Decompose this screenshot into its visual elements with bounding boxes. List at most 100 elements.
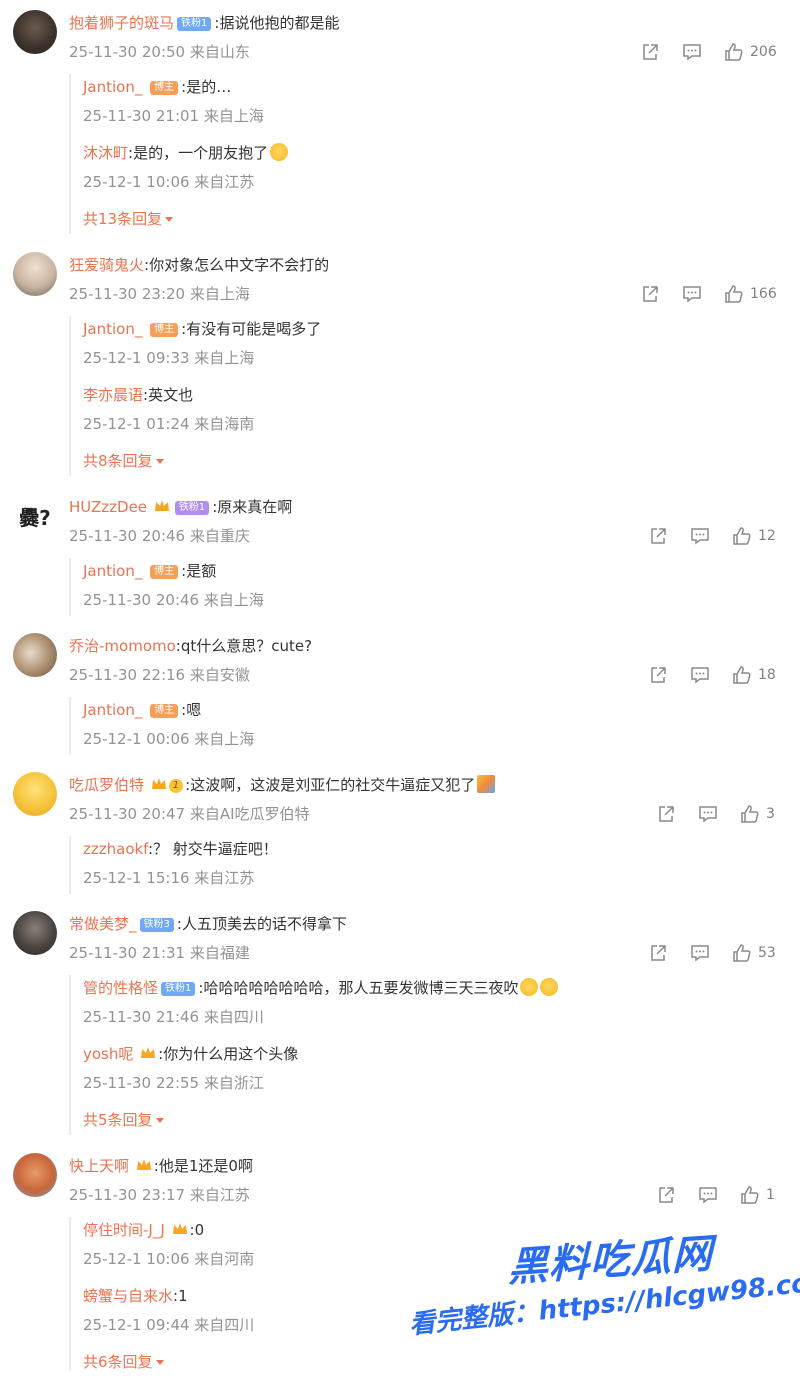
username[interactable]: 狂爱骑鬼火 [69,256,144,274]
avatar[interactable] [13,772,57,816]
reply-item: 沐沐町:是的，一个朋友抱了 25-12-1 10:06 来自江苏 [83,142,289,193]
username[interactable]: 乔治-momomo [69,637,176,655]
username[interactable]: 吃瓜罗伯特 [69,776,144,794]
comment-item: 狂爱骑鬼火:你对象怎么中文字不会打的 25-11-30 23:20 来自上海 1… [0,242,800,482]
like-button[interactable]: 1 [740,1185,775,1205]
reply-item: yosh呢 :你为什么用这个头像 25-11-30 22:55 来自浙江 [83,1043,298,1094]
more-replies-link[interactable]: 共8条回复 [83,450,164,472]
reply-text: :0 [189,1221,205,1239]
more-replies-link[interactable]: 共13条回复 [83,208,174,230]
like-button[interactable]: 3 [740,804,775,824]
username[interactable]: 抱着狮子的斑马 [69,14,174,32]
comment-icon[interactable] [690,943,710,963]
comment-icon[interactable] [690,665,710,685]
reply-meta: 25-12-1 10:06 来自河南 [83,1250,255,1268]
comment-item: 吃瓜罗伯特 1:这波啊，这波是刘亚仁的社交牛逼症又犯了 25-11-30 20:… [0,762,800,902]
comment-icon[interactable] [698,1185,718,1205]
like-count: 166 [750,286,777,302]
reply-username[interactable]: 停住时间-J_J [83,1221,165,1239]
comment-icon[interactable] [698,804,718,824]
comment-text: :这波啊，这波是刘亚仁的社交牛逼症又犯了 [185,776,476,794]
like-button[interactable]: 12 [732,526,776,546]
reply-username[interactable]: Jantion_ [83,562,142,580]
share-icon[interactable] [648,526,668,546]
like-button[interactable]: 166 [724,284,777,304]
caret-down-icon [155,459,164,464]
share-icon[interactable] [640,42,660,62]
reply-item: Jantion_ 博主:是额 25-11-30 20:46 来自上海 [83,560,264,611]
reply-meta: 25-12-1 10:06 来自江苏 [83,173,255,191]
share-icon[interactable] [648,943,668,963]
reply-username[interactable]: zzzhaokf [83,840,148,858]
like-button[interactable]: 18 [732,665,776,685]
fan-badge: 铁粉1 [174,501,210,515]
reply-username[interactable]: Jantion_ [83,78,142,96]
caret-down-icon [155,1360,164,1365]
reply-username[interactable]: 螃蟹与自来水 [83,1287,173,1305]
comment-meta: 25-11-30 20:46 来自重庆 [69,527,250,545]
comment-meta: 25-11-30 20:50 来自山东 [69,43,250,61]
share-icon[interactable] [640,284,660,304]
comment-actions: 1 [656,1184,775,1206]
comment-text: :人五顶美去的话不得拿下 [176,915,347,933]
comment-icon[interactable] [682,284,702,304]
like-count: 206 [750,44,777,60]
crown-icon [154,499,170,513]
avatar[interactable] [13,633,57,677]
host-badge: 博主 [150,704,179,718]
username[interactable]: 快上天啊 [69,1157,129,1175]
reply-text: :英文也 [143,386,194,404]
thumbs-up-icon [725,285,743,303]
reply-meta: 25-12-1 09:44 来自四川 [83,1316,255,1334]
more-replies-link[interactable]: 共5条回复 [83,1109,164,1131]
host-badge: 博主 [150,565,179,579]
reply-item: 螃蟹与自来水:1 25-12-1 09:44 来自四川 [83,1285,254,1336]
like-button[interactable]: 206 [724,42,777,62]
avatar[interactable] [13,252,57,296]
thumbs-up-icon [733,944,751,962]
thumbs-up-icon [733,527,751,545]
reply-meta: 25-11-30 22:55 来自浙江 [83,1074,264,1092]
reply-item: Jantion_ 博主:有没有可能是喝多了 25-12-1 09:33 来自上海 [83,318,321,369]
comment-meta: 25-11-30 21:31 来自福建 [69,944,250,962]
laugh-cry-emoji-icon [520,978,539,996]
reply-username[interactable]: Jantion_ [83,701,142,719]
crown-icon [140,1046,156,1060]
reply-text: :哈哈哈哈哈哈哈哈，那人五要发微博三天三夜吹 [198,979,519,997]
comment-actions: 12 [648,525,776,547]
reply-username[interactable]: yosh呢 [83,1045,133,1063]
like-button[interactable]: 53 [732,943,776,963]
reply-username[interactable]: 沐沐町 [83,144,128,162]
reply-meta: 25-12-1 09:33 来自上海 [83,349,255,367]
comment-meta: 25-11-30 23:20 来自上海 [69,285,250,303]
comment-item: 常做美梦_ 铁粉3:人五顶美去的话不得拿下 25-11-30 21:31 来自福建… [0,901,800,1141]
thumbs-up-icon [725,43,743,61]
reply-username[interactable]: 李亦晨语 [83,386,143,404]
comment-meta: 25-11-30 20:47 来自AI吃瓜罗伯特 [69,805,310,823]
caret-down-icon [155,1118,164,1123]
reply-thread: Jantion_ 博主:嗯 25-12-1 00:06 来自上海 [69,697,709,755]
reply-username[interactable]: Jantion_ [83,320,142,338]
comment-icon[interactable] [690,526,710,546]
reply-username[interactable]: 管的性格怪 [83,979,158,997]
share-icon[interactable] [656,804,676,824]
username[interactable]: HUZzzDee [69,498,147,516]
more-replies-link[interactable]: 共6条回复 [83,1351,164,1373]
reply-meta: 25-11-30 20:46 来自上海 [83,591,264,609]
crown-icon [172,1222,188,1236]
username[interactable]: 常做美梦_ [69,915,137,933]
avatar[interactable] [13,911,57,955]
avatar[interactable] [13,1153,57,1197]
watermark: 黑料吃瓜网 看完整版：https://hlcgw98.com [408,1228,800,1368]
reply-thread: zzzhaokf:？ 射交牛逼症吧！ 25-12-1 15:16 来自江苏 [69,836,709,894]
reply-text: :是额 [181,562,217,580]
reply-meta: 25-11-30 21:01 来自上海 [83,107,264,125]
share-icon[interactable] [648,665,668,685]
share-icon[interactable] [656,1185,676,1205]
comment-text: :原来真在啊 [212,498,293,516]
reply-item: zzzhaokf:？ 射交牛逼症吧！ 25-12-1 15:16 来自江苏 [83,838,278,889]
comment-icon[interactable] [682,42,702,62]
avatar[interactable]: 爨? [13,494,57,538]
comment-actions: 206 [640,41,777,63]
avatar[interactable] [13,10,57,54]
